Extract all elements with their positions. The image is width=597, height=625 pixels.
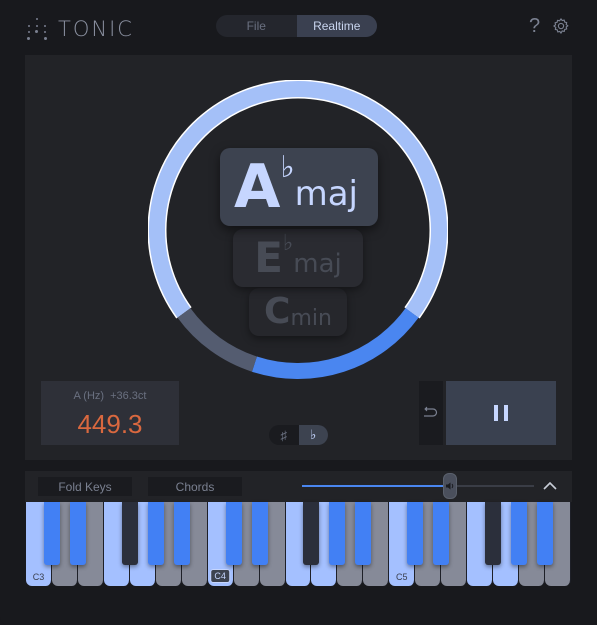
logo: TONIC [26,17,134,41]
black-key-Ab5[interactable] [511,502,528,565]
volume-thumb[interactable] [443,473,458,499]
app-name: TONIC [58,17,134,41]
logo-icon [26,18,48,40]
black-key-Ab4[interactable] [329,502,346,565]
black-key-Eb5[interactable] [433,502,450,565]
primary-chord: A ♭ maj [220,148,378,226]
pause-icon [491,405,511,421]
chord-quality: maj [294,174,358,214]
black-key-Ab3[interactable] [147,502,164,565]
tuning-reference[interactable]: A (Hz) +36.3ct 449.3 [41,381,179,445]
chords-button[interactable]: Chords [148,477,242,496]
black-key-Bb4[interactable] [355,502,372,565]
black-key-Bb3[interactable] [173,502,190,565]
chevron-up-icon[interactable] [542,479,558,493]
chord-accidental: ♭ [280,150,295,185]
chord-accidental: ♭ [282,231,294,256]
volume-fill [302,485,451,487]
black-key-Eb3[interactable] [69,502,86,565]
black-key-Bb5[interactable] [537,502,554,565]
tonic-app: TONIC File Realtime ? A ♭ maj E ♭ maj C … [0,0,597,625]
fold-keys-button[interactable]: Fold Keys [38,477,132,496]
tertiary-chord: C min [249,288,347,336]
black-key-Gb4[interactable] [303,502,320,565]
black-key-Db4[interactable] [225,502,242,565]
tuning-unit: A (Hz) [73,390,105,402]
black-key-Db3[interactable] [43,502,60,565]
tuning-value[interactable]: 449.3 [41,409,179,440]
chord-root: A [234,152,281,222]
ring-segment-tertiary [177,308,258,372]
tuning-cents: +36.3ct [110,390,147,402]
octave-label: C4 [210,569,230,583]
secondary-chord: E ♭ maj [233,229,363,287]
detection-panel: A ♭ maj E ♭ maj C min A (Hz) +36.3ct 449.… [25,55,572,460]
mode-toggle[interactable]: File Realtime [216,15,377,37]
black-key-Gb5[interactable] [485,502,502,565]
gear-icon[interactable] [552,17,570,35]
sharp-option[interactable]: ♯ [269,425,299,445]
tab-file[interactable]: File [216,15,297,37]
black-key-Db5[interactable] [407,502,424,565]
flat-option[interactable]: ♭ [298,425,328,445]
tab-realtime[interactable]: Realtime [296,15,377,37]
return-icon [424,406,438,417]
pause-button[interactable] [446,381,556,445]
piano-keyboard[interactable]: C3 C4 C5 [26,502,571,586]
accidental-toggle[interactable]: ♯ ♭ [269,425,328,445]
help-icon[interactable]: ? [529,15,540,37]
keyboard-toolbar: Fold Keys Chords [25,471,572,502]
black-key-Eb4[interactable] [251,502,268,565]
return-button[interactable] [419,381,443,445]
chord-root: E [254,233,283,282]
octave-label: C5 [396,572,408,582]
chord-quality: maj [293,249,342,279]
black-key-Gb3[interactable] [121,502,138,565]
volume-slider[interactable] [302,473,534,499]
chord-quality: min [290,306,332,331]
tuning-label: A (Hz) +36.3ct [41,390,179,402]
octave-label: C3 [32,572,45,582]
chord-root: C [264,291,291,332]
speaker-icon [446,482,454,490]
